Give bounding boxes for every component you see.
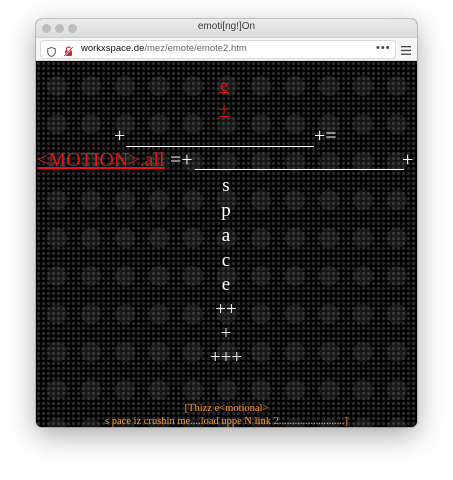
browser-window: emoti[ng!]On workxspace.de/mez/emote/emo… [36, 19, 417, 427]
equals-plus: =+ [170, 149, 193, 171]
plus-equals: += [314, 125, 337, 147]
page-content: e + + += <MOTION>.all =+ + s p a c e ++ … [36, 61, 417, 427]
letter-c: c [221, 250, 231, 271]
title-bar: emoti[ng!]On [36, 19, 417, 38]
top-rule [126, 146, 314, 147]
letter-s: s [222, 175, 230, 196]
page-actions-icon[interactable]: ••• [376, 42, 391, 54]
motion-rule [195, 169, 404, 170]
link-e[interactable]: e [220, 75, 228, 96]
letter-a: a [221, 225, 231, 246]
letter-p: p [221, 200, 231, 221]
shield-icon[interactable] [47, 44, 56, 62]
address-bar[interactable]: workxspace.de/mez/emote/emote2.htm ••• [40, 40, 396, 59]
plus-triple: +++ [209, 347, 243, 368]
caption-line-1: [Thizz e<motional> [184, 403, 269, 414]
url-path: /mez/emote/emote2.htm [144, 43, 247, 54]
motion-all-link[interactable]: <MOTION>.all [37, 149, 165, 172]
menu-icon[interactable] [401, 42, 411, 60]
window-title: emoti[ng!]On [197, 21, 256, 32]
url-text[interactable]: workxspace.de/mez/emote/emote2.htm [81, 43, 247, 54]
plus-plus: ++ [215, 299, 237, 320]
url-host: workxspace.de [81, 43, 145, 54]
plus-right: + [402, 149, 414, 171]
plus-single: + [220, 323, 232, 344]
letter-e: e [221, 274, 231, 295]
plus-left-top: + [114, 125, 126, 147]
insecure-connection-icon[interactable] [63, 44, 74, 62]
browser-toolbar: workxspace.de/mez/emote/emote2.htm ••• [36, 38, 417, 61]
link-plus[interactable]: + [219, 99, 229, 120]
caption-line-2: s pace iz crushin me....load uppe N link… [105, 416, 348, 427]
